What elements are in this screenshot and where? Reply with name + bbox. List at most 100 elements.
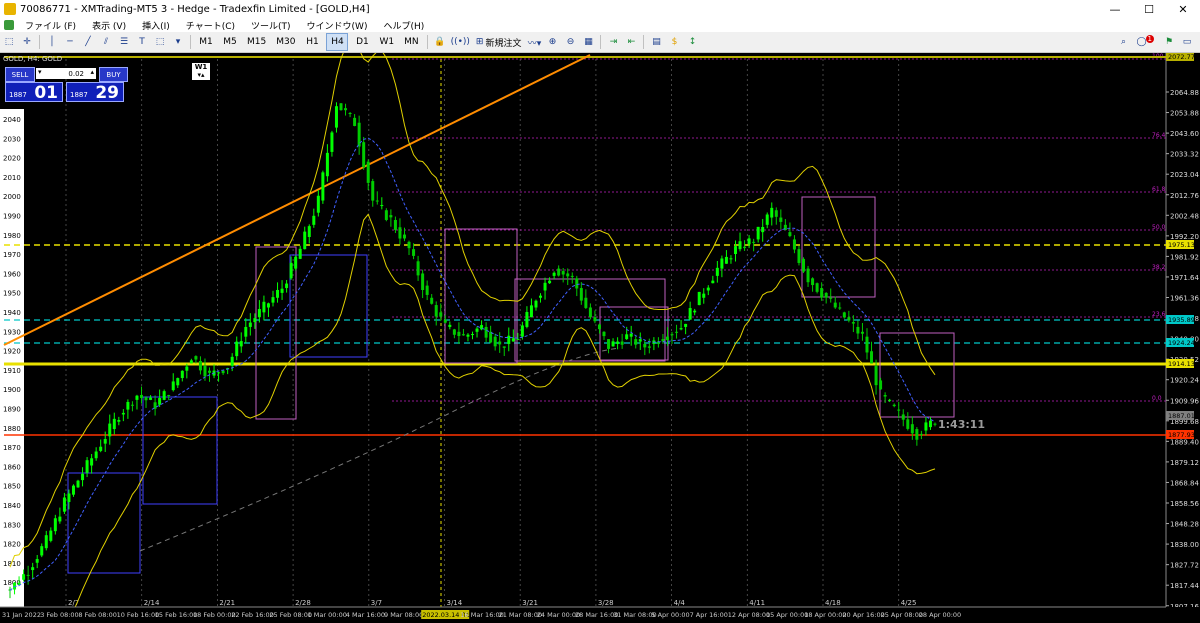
text-icon[interactable]: T — [135, 34, 149, 50]
left-axis-tick: 1820 — [3, 541, 21, 549]
menu-file[interactable]: ファイル (F) — [17, 19, 84, 32]
more-tools-icon[interactable]: ▾ — [171, 34, 185, 50]
period-marker[interactable]: W1 ▾▴ — [192, 63, 210, 80]
candle-body — [198, 360, 202, 371]
timeframe-m1[interactable]: M1 — [196, 34, 216, 50]
close-button[interactable]: ✕ — [1166, 0, 1200, 18]
candle-body — [58, 516, 62, 522]
candle-body — [901, 414, 905, 420]
candle-body — [715, 267, 719, 276]
candle-body — [797, 249, 801, 263]
volume-input[interactable]: ▾ 0.02 ▴ — [36, 68, 96, 79]
week-separator-label: 2/14 — [144, 599, 160, 607]
menu-view[interactable]: 表示 (V) — [84, 19, 134, 32]
autoscroll-icon[interactable]: ⇥ — [606, 34, 620, 50]
maximize-button[interactable]: ☐ — [1132, 0, 1166, 18]
date-axis-tick: 3 Feb 08:00 — [40, 611, 79, 619]
price-tag-label: 1975.13 — [1168, 241, 1195, 249]
candle-body — [548, 280, 552, 284]
zoom-out-icon[interactable]: ⊖ — [563, 34, 577, 50]
community-icon[interactable]: ⚑ — [1162, 34, 1176, 50]
lock-icon[interactable]: 🔒 — [433, 34, 447, 50]
period-marker-arrows-icon[interactable]: ▾▴ — [192, 71, 210, 79]
timeframe-h4[interactable]: H4 — [326, 33, 349, 51]
left-axis-tick: 1960 — [3, 270, 21, 278]
volume-value: 0.02 — [68, 69, 84, 78]
indicators-icon[interactable]: 〰▾ — [527, 34, 542, 50]
new-order-button[interactable]: ⊞ 新規注文 — [474, 34, 524, 50]
channel-icon[interactable]: ⫽ — [99, 34, 113, 50]
chart-area[interactable]: 2/7 2/14 2/21 2/28 3/7 3/14 3/21 3/28 4/4 4/11 4/1… — [0, 53, 1200, 623]
sell-button[interactable]: SELL — [5, 67, 35, 82]
timeframe-w1[interactable]: W1 — [376, 34, 397, 50]
vertical-line-icon[interactable]: │ — [45, 34, 59, 50]
cursor-icon[interactable]: ⬚ — [2, 34, 16, 50]
volume-decrease-icon[interactable]: ▾ — [38, 68, 42, 76]
candle-body — [874, 365, 878, 386]
timeframe-m30[interactable]: M30 — [273, 34, 298, 50]
candle-body — [566, 273, 570, 277]
candle-body — [289, 262, 293, 279]
candle-body — [870, 351, 874, 364]
candle-body — [139, 395, 143, 398]
trend-line-icon[interactable]: ╱ — [81, 34, 95, 50]
left-price-axis — [0, 109, 24, 607]
price-tag-label: 2072.77 — [1168, 53, 1195, 61]
left-axis-tick: 1920 — [3, 348, 21, 356]
candle-body — [112, 418, 116, 430]
candle-body — [203, 365, 207, 377]
menu-help[interactable]: ヘルプ(H) — [375, 19, 432, 32]
grid-icon[interactable]: ▦ — [581, 34, 595, 50]
market-signal-icon[interactable]: ↕ — [685, 34, 699, 50]
templates-icon[interactable]: ▤ — [649, 34, 663, 50]
candle-body — [661, 339, 665, 342]
buy-button[interactable]: BUY — [99, 67, 128, 82]
menu-tools[interactable]: ツール(T) — [243, 19, 299, 32]
candle-body — [888, 399, 892, 401]
candle-body — [693, 310, 697, 313]
search-icon[interactable]: ⌕ — [1117, 34, 1131, 50]
week-separator-label: 4/18 — [825, 599, 841, 607]
right-axis-tick: 1961.36 — [1170, 295, 1199, 303]
timeframe-mn[interactable]: MN — [401, 34, 422, 50]
candle-body — [634, 339, 638, 345]
timeframe-m5[interactable]: M5 — [220, 34, 240, 50]
toolbar: ⬚ ✛ │ ─ ╱ ⫽ ☰ T ⬚ ▾ M1 M5 M15 M30 H1 H4 … — [0, 32, 1200, 53]
candle-body — [851, 322, 855, 324]
minimize-button[interactable]: — — [1098, 0, 1132, 18]
buy-price[interactable]: 1887 29 — [66, 82, 124, 103]
left-axis-tick: 1890 — [3, 406, 21, 414]
upper-band — [9, 53, 936, 568]
candle-body — [348, 113, 352, 115]
horizontal-line-icon[interactable]: ─ — [63, 34, 77, 50]
candle-body — [493, 336, 497, 347]
fibonacci-icon[interactable]: ☰ — [117, 34, 131, 50]
menu-insert[interactable]: 挿入(I) — [134, 19, 178, 32]
candle-body — [285, 283, 289, 289]
candle-body — [276, 289, 280, 298]
left-axis-tick: 2010 — [3, 174, 21, 182]
candle-body — [416, 261, 420, 276]
price-tag-label: 1924.24 — [1168, 339, 1195, 347]
crosshair-icon[interactable]: ✛ — [20, 34, 34, 50]
candle-body — [117, 420, 121, 422]
chart-shift-icon[interactable]: ⇤ — [624, 34, 638, 50]
signal-icon[interactable]: ((•)) — [451, 34, 470, 50]
candle-body — [448, 324, 452, 327]
week-separator-label: 4/25 — [901, 599, 917, 607]
timeframe-m15[interactable]: M15 — [244, 34, 269, 50]
timeframe-h1[interactable]: H1 — [302, 34, 322, 50]
menu-window[interactable]: ウインドウ(W) — [299, 19, 376, 32]
chat-icon[interactable]: ▭ — [1180, 34, 1194, 50]
menu-chart[interactable]: チャート(C) — [178, 19, 243, 32]
zoom-in-icon[interactable]: ⊕ — [545, 34, 559, 50]
timeframe-d1[interactable]: D1 — [352, 34, 372, 50]
candle-body — [570, 275, 574, 277]
volume-increase-icon[interactable]: ▴ — [90, 68, 94, 76]
date-axis-tick: 28 Mar 16:00 — [575, 611, 618, 619]
app-menu-icon[interactable] — [4, 20, 14, 30]
sell-price[interactable]: 1887 01 — [5, 82, 63, 103]
shapes-icon[interactable]: ⬚ — [153, 34, 167, 50]
dollar-icon[interactable]: $ — [667, 34, 681, 50]
price-chart[interactable]: 2/7 2/14 2/21 2/28 3/7 3/14 3/21 3/28 4/4 4/11 4/1… — [0, 53, 1200, 623]
